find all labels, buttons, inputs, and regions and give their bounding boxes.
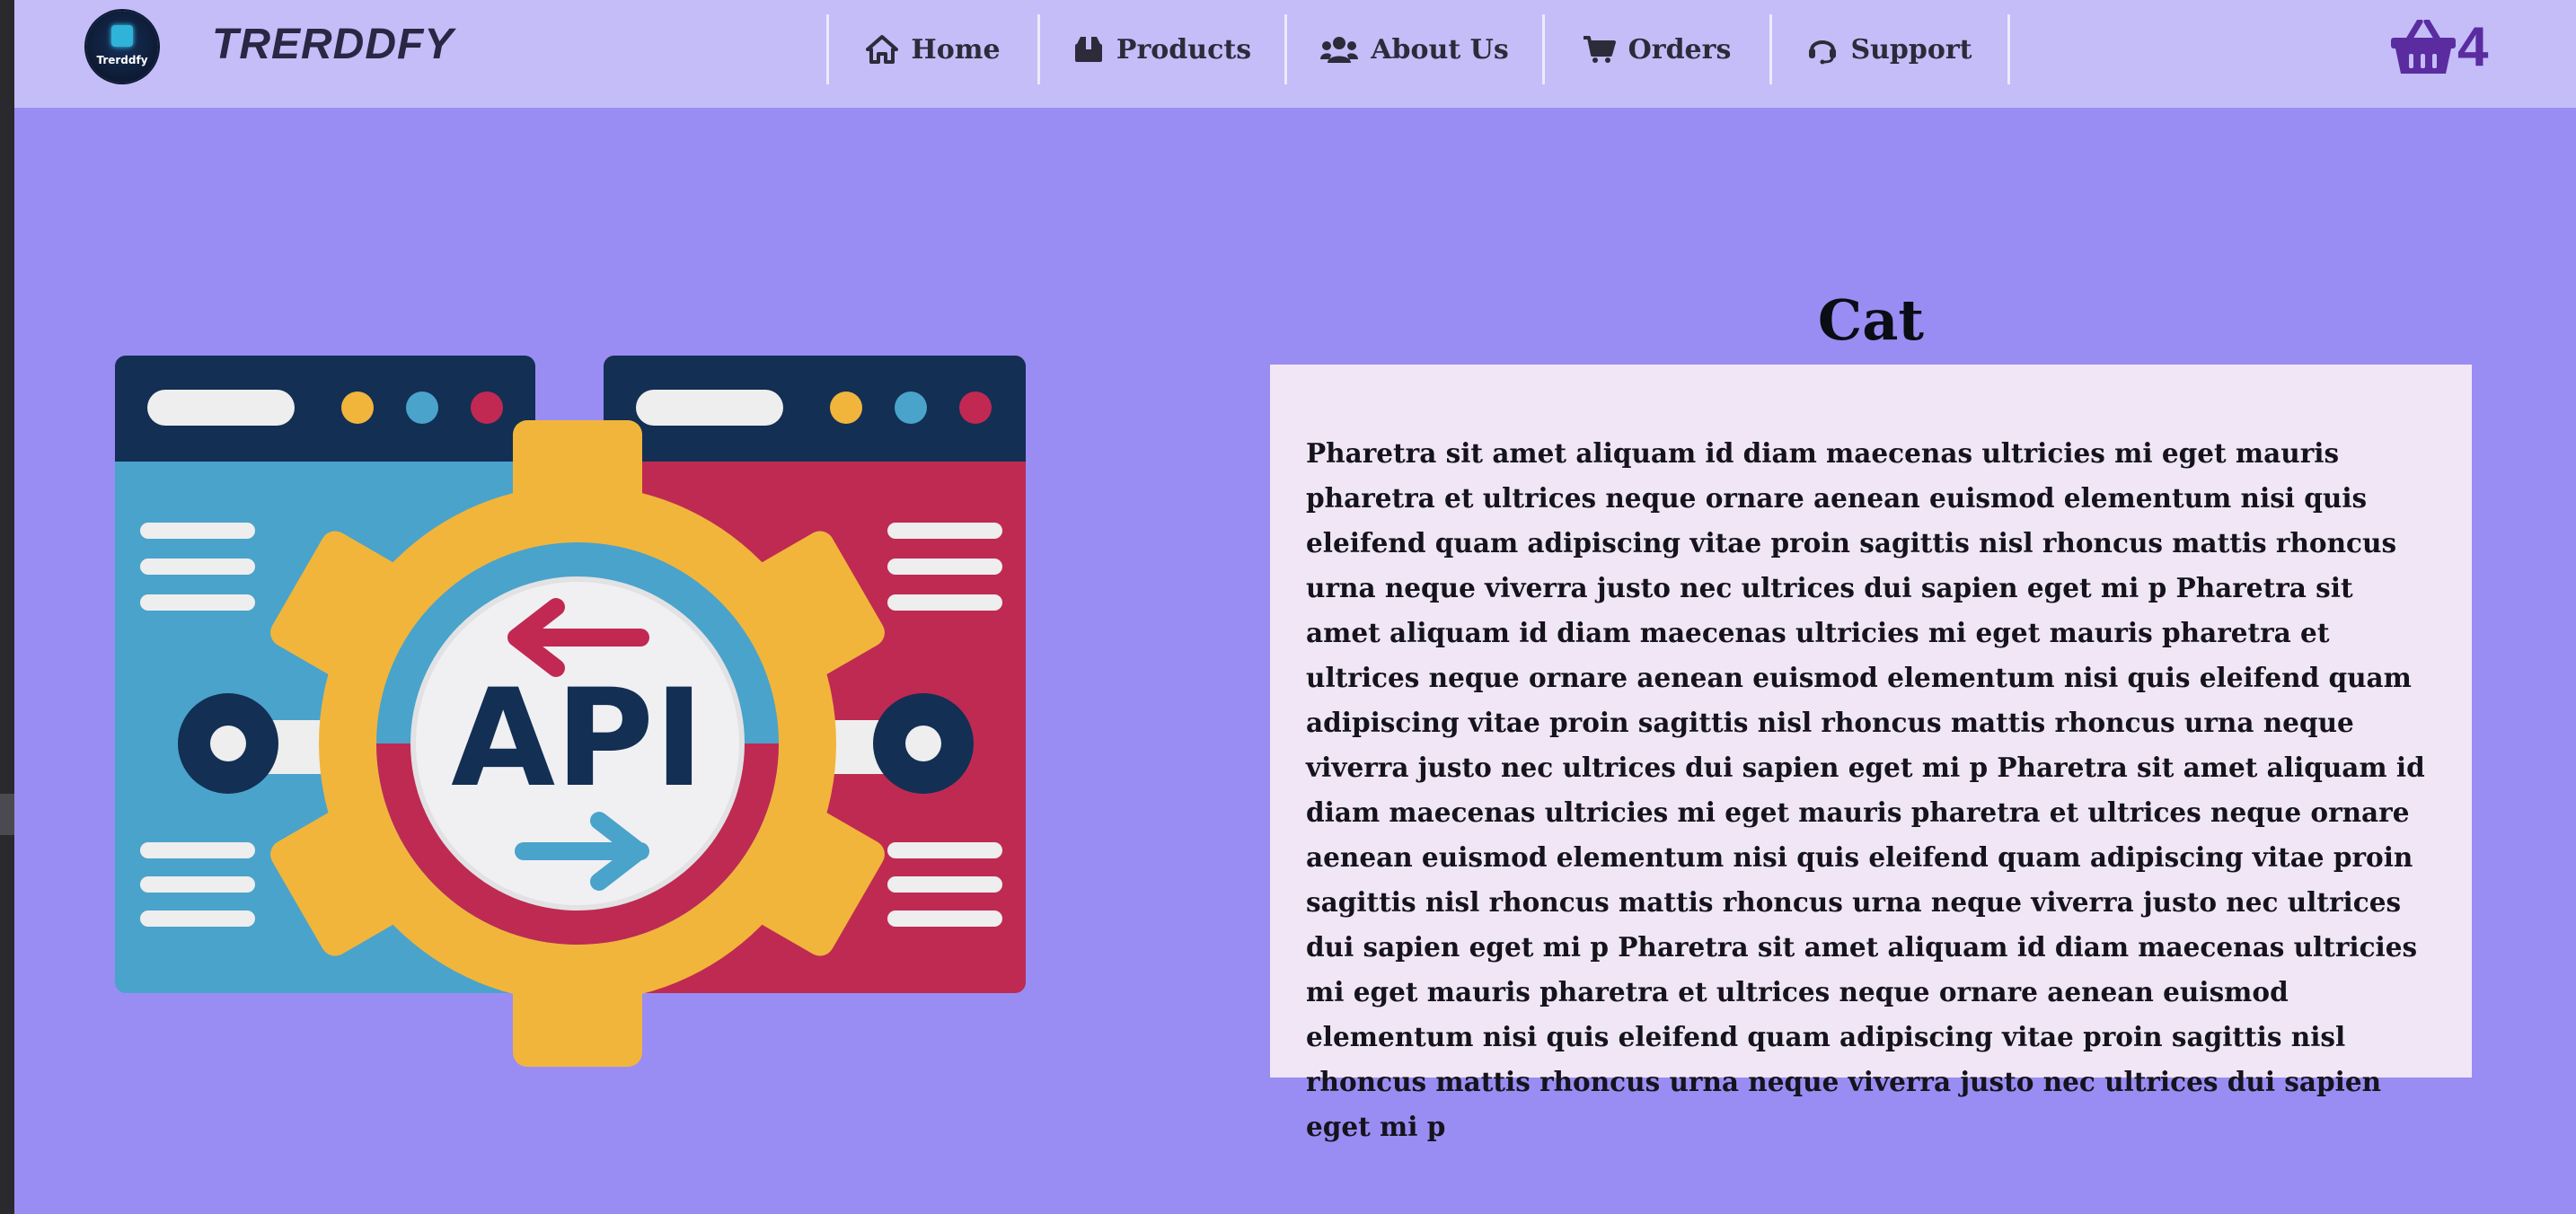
cart-button[interactable]: 4 [2389, 20, 2488, 75]
logo-text: Trerddfy [96, 54, 148, 66]
main-nav: Home Products About Us Orders Support [826, 14, 2010, 84]
nav-divider [2007, 14, 2010, 84]
box-icon [1074, 37, 1102, 62]
content-card: Pharetra sit amet aliquam id diam maecen… [1270, 365, 2472, 1142]
nav-item-orders[interactable]: Orders [1545, 14, 1769, 84]
headset-icon [1809, 40, 1837, 65]
api-illustration-image: API [115, 356, 1026, 1067]
users-icon [1320, 37, 1359, 63]
nav-item-products[interactable]: Products [1040, 14, 1284, 84]
nav-item-support[interactable]: Support [1772, 14, 2007, 84]
nav-item-label: Support [1850, 33, 1972, 66]
page: Trerddfy TRERDDFY Home Products About Us… [14, 0, 2576, 1214]
logo-chip-icon [111, 25, 133, 47]
api-text: API [451, 661, 704, 817]
content-paragraph: Pharetra sit amet aliquam id diam maecen… [1306, 437, 2425, 1142]
navbar: Trerddfy TRERDDFY Home Products About Us… [14, 0, 2576, 108]
nav-item-about-us[interactable]: About Us [1287, 14, 1542, 84]
cart-icon [1583, 36, 1616, 63]
cart-count-badge: 4 [2457, 16, 2489, 78]
nav-item-label: Orders [1628, 33, 1732, 66]
nav-item-label: Products [1116, 33, 1252, 66]
brand-name[interactable]: TRERDDFY [212, 20, 454, 69]
nav-item-label: About Us [1371, 33, 1509, 66]
window-edge [0, 0, 14, 1214]
nav-item-home[interactable]: Home [829, 14, 1037, 84]
logo[interactable]: Trerddfy [86, 11, 158, 83]
basket-icon [2391, 20, 2456, 74]
home-icon [866, 35, 899, 64]
page-title: Cat [1817, 286, 1925, 353]
window-edge-marker [0, 794, 14, 835]
nav-item-label: Home [911, 33, 1001, 66]
